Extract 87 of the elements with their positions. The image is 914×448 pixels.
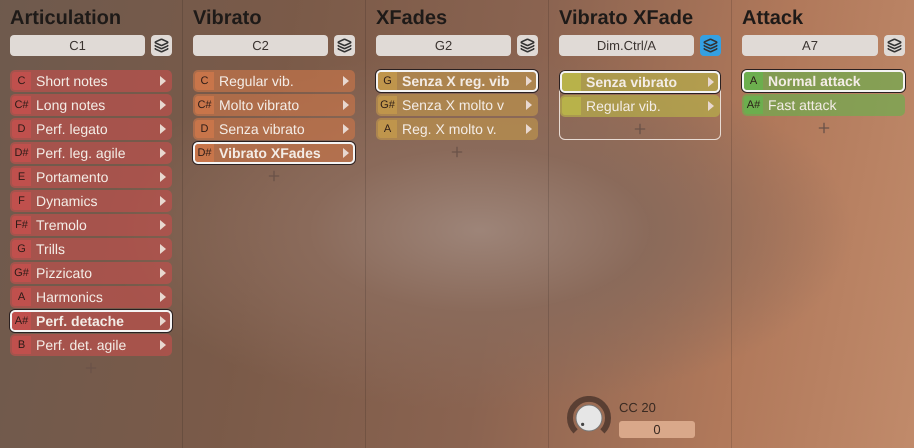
articulation-item[interactable]: D Senza vibrato: [193, 118, 355, 140]
item-label: Trills: [35, 240, 66, 258]
articulation-item[interactable]: G# Pizzicato: [10, 262, 172, 284]
layers-button[interactable]: [700, 35, 721, 56]
column-title: Articulation: [10, 6, 122, 31]
key-label: G: [12, 240, 31, 258]
item-label: Short notes: [35, 72, 109, 90]
key-label: A: [744, 72, 763, 90]
item-label: Harmonics: [35, 288, 104, 306]
item-label: Pizzicato: [35, 264, 94, 282]
item-label: Senza vibrato: [218, 120, 306, 138]
key-label: C: [195, 72, 214, 90]
key-label: G: [378, 72, 397, 90]
key-label: A: [12, 288, 31, 306]
key-label: F#: [12, 216, 31, 234]
articulation-item[interactable]: C# Long notes: [10, 94, 172, 116]
articulation-item[interactable]: C Regular vib.: [193, 70, 355, 92]
articulation-item[interactable]: A Harmonics: [10, 286, 172, 308]
column-title: Vibrato XFade: [559, 6, 694, 31]
articulation-item[interactable]: D# Vibrato XFades: [193, 142, 355, 164]
trigger-field[interactable]: C2: [193, 35, 328, 56]
key-label: D#: [12, 144, 31, 162]
item-label: Dynamics: [35, 192, 98, 210]
key-label: D: [12, 120, 31, 138]
articulation-item[interactable]: C# Molto vibrato: [193, 94, 355, 116]
item-label: Fast attack: [767, 96, 838, 114]
key-label: F: [12, 192, 31, 210]
column-title: Attack: [742, 6, 804, 31]
item-label: Senza vibrato: [585, 73, 678, 91]
layers-button[interactable]: [151, 35, 172, 56]
trigger-field[interactable]: A7: [742, 35, 878, 56]
key-label: C: [12, 72, 31, 90]
articulation-item[interactable]: C Short notes: [10, 70, 172, 92]
item-label: Perf. det. agile: [35, 336, 128, 354]
articulation-item[interactable]: A# Perf. detache: [10, 310, 172, 332]
item-label: Perf. leg. agile: [35, 144, 126, 162]
layers-icon: [703, 38, 718, 53]
item-label: Portamento: [35, 168, 110, 186]
layers-icon: [154, 38, 169, 53]
key-label: B: [12, 336, 31, 354]
trigger-field[interactable]: Dim.Ctrl/A: [559, 35, 694, 56]
item-label: Regular vib.: [585, 97, 662, 115]
item-label: Long notes: [35, 96, 106, 114]
layers-button[interactable]: [517, 35, 538, 56]
item-label: Regular vib.: [218, 72, 295, 90]
key-label: G#: [378, 96, 397, 114]
key-label: A#: [744, 96, 763, 114]
item-label: Vibrato XFades: [218, 144, 322, 162]
articulation-item[interactable]: E Portamento: [10, 166, 172, 188]
knob-label: CC 20: [619, 398, 657, 417]
knob-value-field[interactable]: 0: [619, 421, 695, 438]
column-title: Vibrato: [193, 6, 263, 31]
item-label: Tremolo: [35, 216, 88, 234]
articulation-item[interactable]: G Trills: [10, 238, 172, 260]
item-label: Senza X reg. vib: [401, 72, 510, 90]
key-label: C#: [12, 96, 31, 114]
key-label: G#: [12, 264, 31, 282]
item-label: Perf. legato: [35, 120, 109, 138]
trigger-field[interactable]: C1: [10, 35, 145, 56]
articulation-item[interactable]: B Perf. det. agile: [10, 334, 172, 356]
layers-icon: [520, 38, 535, 53]
trigger-field[interactable]: G2: [376, 35, 511, 56]
key-label: A: [378, 120, 397, 138]
layers-button[interactable]: [334, 35, 355, 56]
articulation-item[interactable]: A Reg. X molto v.: [376, 118, 538, 140]
layers-button[interactable]: [884, 35, 905, 56]
item-label: Normal attack: [767, 72, 862, 90]
key-label: C#: [195, 96, 214, 114]
item-label: Perf. detache: [35, 312, 125, 330]
key-label: D: [195, 120, 214, 138]
articulation-item[interactable]: A Normal attack: [742, 70, 905, 92]
key-label: D#: [195, 144, 214, 162]
layers-icon: [337, 38, 352, 53]
articulation-item[interactable]: F# Tremolo: [10, 214, 172, 236]
articulation-item[interactable]: F Dynamics: [10, 190, 172, 212]
item-label: Senza X molto v: [401, 96, 505, 114]
articulation-item[interactable]: D Perf. legato: [10, 118, 172, 140]
item-label: Molto vibrato: [218, 96, 300, 114]
articulation-item[interactable]: G Senza X reg. vib: [376, 70, 538, 92]
layers-icon: [887, 38, 902, 53]
key-label: E: [12, 168, 31, 186]
articulation-item[interactable]: A# Fast attack: [742, 94, 905, 116]
column-title: XFades: [376, 6, 448, 31]
articulation-item[interactable]: D# Perf. leg. agile: [10, 142, 172, 164]
item-label: Reg. X molto v.: [401, 120, 498, 138]
articulation-item[interactable]: G# Senza X molto v: [376, 94, 538, 116]
key-label: A#: [12, 312, 31, 330]
